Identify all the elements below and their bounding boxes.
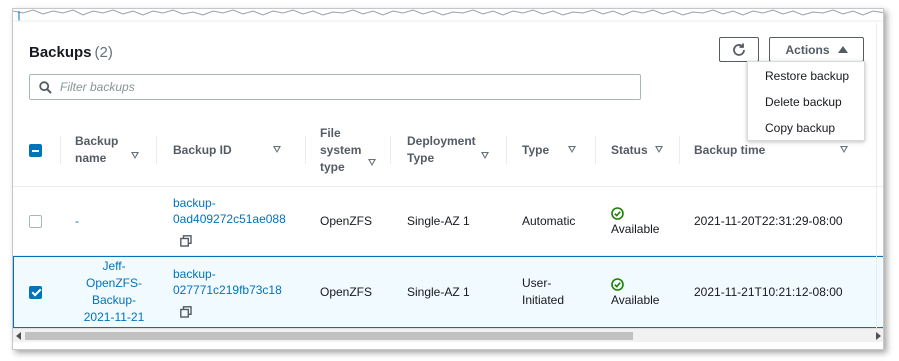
row-checkbox[interactable] — [29, 285, 42, 299]
sort-icon — [131, 152, 140, 160]
deployment-type: Single-AZ 1 — [407, 214, 470, 228]
header-status-label: Status — [611, 142, 648, 157]
header-backup-id[interactable]: Backup ID — [173, 114, 288, 186]
backup-id-cell: backup- 0ad409272c51ae088 — [173, 187, 286, 255]
backup-time: 2021-11-21T10:21:12-08:00 — [694, 285, 843, 299]
sort-icon — [368, 159, 377, 167]
file-system-type: OpenZFS — [320, 214, 373, 228]
sort-icon — [655, 146, 664, 154]
header-backup-name-label: Backup name — [75, 134, 119, 165]
backup-name-link[interactable]: - — [75, 187, 79, 255]
refresh-icon — [733, 43, 745, 56]
status-cell: Available — [611, 257, 659, 327]
row-select-cell — [29, 257, 42, 327]
panel-title: Backups (2) — [29, 44, 113, 61]
header-status[interactable]: Status — [611, 114, 671, 186]
backup-id-link[interactable]: backup- 0ad409272c51ae088 — [173, 195, 286, 227]
backup-time: 2021-11-20T22:31:29-08:00 — [694, 214, 843, 228]
menu-item-restore-backup[interactable]: Restore backup — [748, 65, 864, 91]
actions-label: Actions — [785, 42, 830, 57]
column-divider — [390, 136, 391, 164]
panel-title-text: Backups — [29, 44, 92, 61]
search-icon — [39, 80, 52, 94]
backup-id-link[interactable]: backup- 027771c219fb73c18 — [173, 266, 282, 298]
column-divider — [679, 136, 680, 164]
column-divider — [305, 136, 306, 164]
copy-icon[interactable] — [180, 306, 192, 318]
status-text: Available — [611, 221, 660, 236]
backups-table: Backup name Backup ID File system type D… — [13, 114, 883, 328]
table-row[interactable]: Jeff- OpenZFS- Backup- 2021-11-21 backup… — [13, 256, 883, 328]
panel-right-edge — [876, 23, 877, 328]
search-box — [29, 74, 641, 100]
sort-icon — [840, 146, 849, 154]
column-divider — [595, 136, 596, 164]
header-backup-id-label: Backup ID — [173, 142, 232, 157]
header-deployment-type[interactable]: Deployment Type — [407, 114, 491, 186]
backups-panel: Backups (2) Actions Restore backup Delete… — [12, 8, 884, 350]
sort-icon — [568, 146, 577, 154]
column-divider — [506, 136, 507, 164]
sort-icon — [273, 146, 282, 154]
header-deployment-type-label: Deployment Type — [407, 134, 476, 165]
header-type[interactable]: Type — [522, 114, 580, 186]
menu-item-delete-backup[interactable]: Delete backup — [748, 91, 864, 117]
header-backup-time-label: Backup time — [694, 142, 766, 157]
header-backup-name[interactable]: Backup name — [75, 114, 145, 186]
scrollbar-thumb[interactable] — [25, 332, 633, 340]
check-circle-icon — [611, 277, 624, 291]
scroll-left-icon[interactable] — [16, 332, 21, 340]
select-all-checkbox[interactable] — [29, 143, 42, 157]
table-row[interactable]: - backup- 0ad409272c51ae088 OpenZFS Sing… — [13, 187, 883, 256]
check-circle-icon — [611, 206, 624, 220]
backup-type: Automatic — [522, 214, 576, 228]
actions-button[interactable]: Actions — [769, 37, 864, 62]
backup-id-cell: backup- 027771c219fb73c18 — [173, 257, 282, 327]
backup-type: User- Initiated — [522, 276, 565, 307]
column-divider — [60, 136, 61, 164]
row-select-cell — [29, 187, 42, 255]
status-text: Available — [611, 292, 660, 307]
header-file-system-type[interactable]: File system type — [320, 114, 380, 186]
header-type-label: Type — [522, 142, 550, 157]
backup-name-link[interactable]: Jeff- OpenZFS- Backup- 2021-11-21 — [75, 257, 153, 327]
backup-count: (2) — [94, 44, 113, 61]
copy-icon[interactable] — [180, 235, 192, 247]
row-checkbox[interactable] — [29, 214, 42, 228]
file-system-type: OpenZFS — [320, 285, 373, 299]
horizontal-scrollbar[interactable] — [13, 328, 883, 342]
deployment-type: Single-AZ 1 — [407, 285, 470, 299]
torn-edge — [13, 9, 883, 22]
caret-up-icon — [837, 46, 848, 53]
menu-item-copy-backup[interactable]: Copy backup — [748, 117, 864, 143]
actions-menu: Restore backup Delete backup Copy backup — [747, 61, 865, 141]
scroll-right-icon[interactable] — [876, 332, 881, 340]
refresh-button[interactable] — [719, 37, 759, 62]
header-select-cell — [29, 114, 42, 186]
sort-icon — [481, 152, 490, 160]
status-cell: Available — [611, 187, 659, 255]
column-divider — [156, 136, 157, 164]
search-input[interactable] — [60, 80, 600, 94]
header-file-system-type-label: File system type — [320, 125, 362, 174]
